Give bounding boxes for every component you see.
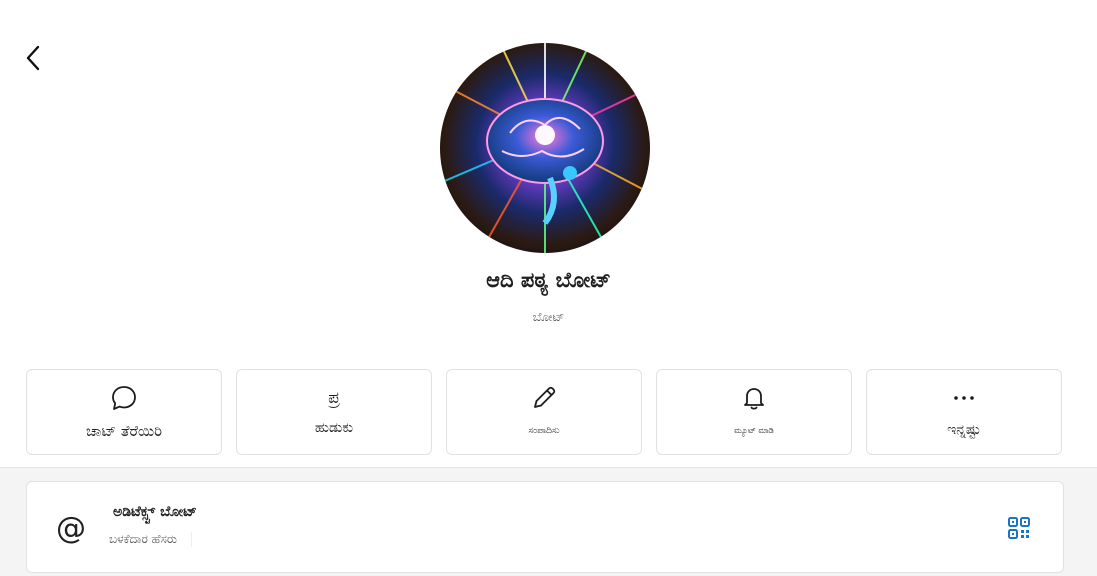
qr-code-button[interactable] bbox=[1007, 516, 1031, 540]
more-label: ಇನ್ನಷ್ಟು bbox=[947, 422, 981, 438]
avatar[interactable] bbox=[440, 43, 650, 253]
profile-type: ಬೋಟ್ bbox=[532, 310, 565, 324]
at-icon: @ bbox=[56, 510, 86, 546]
edit-label: ಸಂಪಾದಿಸು bbox=[528, 426, 560, 436]
chat-bubble-icon bbox=[112, 386, 136, 410]
qr-code-icon bbox=[1008, 517, 1030, 539]
profile-name: ಆದಿ ಪಠ್ಯ ಬೋಟ್ bbox=[486, 268, 611, 292]
pencil-icon bbox=[534, 386, 556, 408]
action-bar: ಚಾಟ್ ತೆರೆಯಿರಿ ಪ್ರ ಹುಡುಕು ಸಂಪಾದಿಸು ಮ್ಯೂಟ್… bbox=[26, 369, 1064, 457]
back-button[interactable] bbox=[18, 42, 48, 74]
edit-button[interactable]: ಸಂಪಾದಿಸು bbox=[446, 369, 642, 455]
more-dots-icon bbox=[954, 396, 974, 400]
open-chat-button[interactable]: ಚಾಟ್ ತೆರೆಯಿರಿ bbox=[26, 369, 222, 455]
chevron-left-icon bbox=[26, 45, 40, 71]
more-button[interactable]: ಇನ್ನಷ್ಟು bbox=[866, 369, 1062, 455]
username-value: ಅಡಿಟೆಕ್ಸ್ಟ್ ಬೋಟ್ bbox=[113, 504, 197, 520]
mute-label: ಮ್ಯೂಟ್ ಮಾಡಿ bbox=[734, 426, 774, 435]
search-button[interactable]: ಪ್ರ ಹುಡುಕು bbox=[236, 369, 432, 455]
bell-icon bbox=[744, 388, 764, 410]
username-label: ಬಳಕೆದಾರ ಹೆಸರು bbox=[109, 532, 193, 547]
username-card[interactable]: @ ಅಡಿಟೆಕ್ಸ್ಟ್ ಬೋಟ್ ಬಳಕೆದಾರ ಹೆಸರು bbox=[26, 481, 1064, 573]
mute-button[interactable]: ಮ್ಯೂಟ್ ಮಾಡಿ bbox=[656, 369, 852, 455]
search-glyph-icon: ಪ್ರ bbox=[328, 388, 340, 408]
search-label: ಹುಡುಕು bbox=[314, 420, 354, 436]
open-chat-label: ಚಾಟ್ ತೆರೆಯಿರಿ bbox=[85, 422, 163, 440]
